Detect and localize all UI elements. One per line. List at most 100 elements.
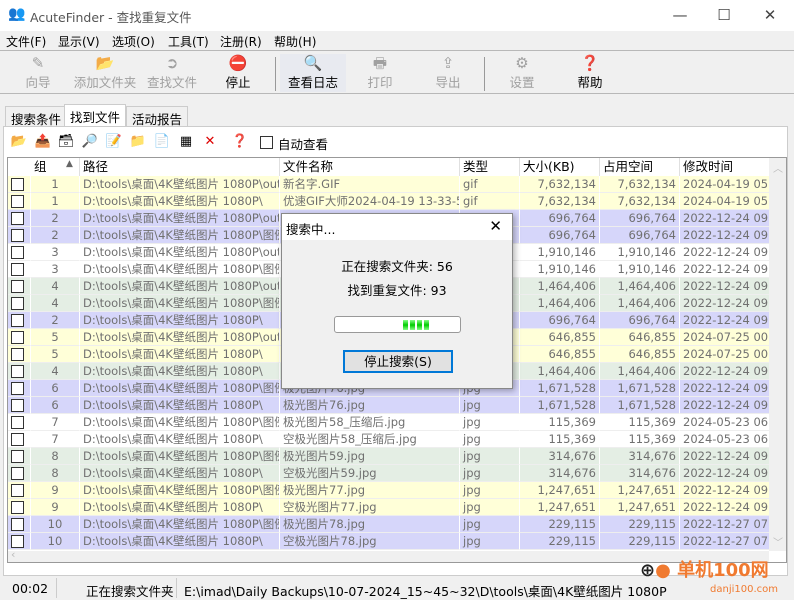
close-button[interactable]: ✕ xyxy=(750,4,790,26)
table-row[interactable]: 7 D:\tools\桌面\4K壁纸图片 1080P\图例\ 极光图片58_压缩后.… xyxy=(8,414,770,431)
row-checkbox[interactable] xyxy=(11,416,24,429)
menu-item[interactable]: 选项(O) xyxy=(112,33,155,50)
auto-view-label: 自动查看 xyxy=(278,137,329,152)
cell-name: 极光图片76.jpg xyxy=(280,397,460,414)
copy-file-icon[interactable]: 📄 xyxy=(153,134,171,150)
tab-2[interactable]: 活动报告 xyxy=(126,106,189,127)
duplicates-found: 找到重复文件: 93 xyxy=(347,283,447,298)
row-checkbox[interactable] xyxy=(11,263,24,276)
row-checkbox[interactable] xyxy=(11,501,24,514)
table-row[interactable]: 10 D:\tools\桌面\4K壁纸图片 1080P\ 空极光图片78.jpg jp… xyxy=(8,533,770,550)
column-header[interactable]: 类型 xyxy=(460,158,520,176)
cell-path: D:\tools\桌面\4K壁纸图片 1080P\out... xyxy=(80,210,280,227)
cell-g: 7 xyxy=(31,414,80,431)
row-checkbox[interactable] xyxy=(11,229,24,242)
progress-bar xyxy=(334,316,461,333)
cell-name: 极光图片77.jpg xyxy=(280,482,460,499)
table-row[interactable]: 9 D:\tools\桌面\4K壁纸图片 1080P\图例\ 极光图片77.jpg j… xyxy=(8,482,770,499)
toolbar-button-7[interactable]: ⚙ 设置 xyxy=(496,54,548,92)
scroll-left-icon[interactable]: ‹ xyxy=(11,548,15,561)
toolbar-button-3[interactable]: ⛔ 停止 xyxy=(214,54,262,92)
cell-mtime: 2024-04-19 05:33 xyxy=(680,193,770,210)
toolbar-button-8[interactable]: ❓ 帮助 xyxy=(560,54,620,92)
cell-g: 10 xyxy=(31,533,80,550)
dialog-close-button[interactable]: ✕ xyxy=(489,217,502,235)
stop-icon: ⛔ xyxy=(228,54,248,72)
checkbox-cell xyxy=(8,465,31,482)
row-checkbox[interactable] xyxy=(11,399,24,412)
settings-icon: ⚙ xyxy=(515,54,529,72)
row-checkbox[interactable] xyxy=(11,297,24,310)
toolbar-button-2[interactable]: ➲ 查找文件 xyxy=(140,54,204,92)
menu-item[interactable]: 帮助(H) xyxy=(274,33,316,50)
row-checkbox[interactable] xyxy=(11,212,24,225)
folder-up-icon[interactable]: 📤 xyxy=(34,134,52,150)
toolbar-button-4[interactable]: 🔍 查看日志 xyxy=(280,54,346,92)
maximize-button[interactable]: ☐ xyxy=(704,4,744,26)
help-icon[interactable]: ❓ xyxy=(231,134,249,150)
row-checkbox[interactable] xyxy=(11,450,24,463)
column-header[interactable]: 占用空间(KB) xyxy=(600,158,680,192)
menu-item[interactable]: 文件(F) xyxy=(6,33,46,50)
column-header[interactable]: 修改时间 xyxy=(680,158,770,176)
row-checkbox[interactable] xyxy=(11,433,24,446)
row-checkbox[interactable] xyxy=(11,382,24,395)
table-row[interactable]: 10 D:\tools\桌面\4K壁纸图片 1080P\图例\ 极光图片78.jpg… xyxy=(8,516,770,533)
menu-item[interactable]: 注册(R) xyxy=(220,33,262,50)
status-path: E:\imad\Daily Backups\10-07-2024_15~45~3… xyxy=(184,584,667,599)
table-row[interactable]: 1 D:\tools\桌面\4K壁纸图片 1080P\out... 新名字.GIF g… xyxy=(8,176,770,193)
cell-type: jpg xyxy=(460,516,520,533)
row-checkbox[interactable] xyxy=(11,331,24,344)
table-row[interactable]: 8 D:\tools\桌面\4K壁纸图片 1080P\图例\ 极光图片59.jpg j… xyxy=(8,448,770,465)
checkbox-cell xyxy=(8,278,31,295)
tab-1[interactable]: 找到文件 xyxy=(64,104,127,127)
cell-size: 229,115 xyxy=(520,516,600,533)
column-header[interactable]: 大小(KB) xyxy=(520,158,600,176)
checkbox-cell xyxy=(8,380,31,397)
row-checkbox[interactable] xyxy=(11,467,24,480)
toolbar-button-0[interactable]: ✎ 向导 xyxy=(10,54,66,92)
cell-size: 115,369 xyxy=(520,414,600,431)
vertical-scrollbar[interactable]: ︿ ﹀ xyxy=(769,158,786,551)
archive-icon[interactable]: 🗃 xyxy=(57,134,75,150)
magnifier-icon[interactable]: 🔎 xyxy=(81,134,99,150)
table-row[interactable]: 9 D:\tools\桌面\4K壁纸图片 1080P\ 空极光图片77.jpg jpg… xyxy=(8,499,770,516)
auto-view-checkbox[interactable] xyxy=(260,136,273,149)
move-folder-icon[interactable]: 📁 xyxy=(129,134,147,150)
cell-size: 115,369 xyxy=(520,431,600,448)
table-row[interactable]: 7 D:\tools\桌面\4K壁纸图片 1080P\ 空极光图片58_压缩后.jp… xyxy=(8,431,770,448)
cell-path: D:\tools\桌面\4K壁纸图片 1080P\ xyxy=(80,465,280,482)
menu-item[interactable]: 显示(V) xyxy=(58,33,100,50)
row-checkbox[interactable] xyxy=(11,348,24,361)
row-checkbox[interactable] xyxy=(11,280,24,293)
dialog-title: 搜索中... xyxy=(286,222,336,237)
cell-path: D:\tools\桌面\4K壁纸图片 1080P\ xyxy=(80,499,280,516)
delete-icon[interactable]: ✕ xyxy=(201,134,219,150)
row-checkbox[interactable] xyxy=(11,195,24,208)
scroll-down-icon[interactable]: ﹀ xyxy=(773,534,783,549)
toolbar-button-5[interactable]: 🖶 打印 xyxy=(356,54,404,92)
group-icon[interactable]: ▦ xyxy=(177,134,195,150)
row-checkbox[interactable] xyxy=(11,246,24,259)
open-folder-icon[interactable]: 📂 xyxy=(10,134,28,150)
table-row[interactable]: 8 D:\tools\桌面\4K壁纸图片 1080P\ 空极光图片59.jpg jpg… xyxy=(8,465,770,482)
column-header[interactable]: 路径 xyxy=(80,158,280,176)
row-checkbox[interactable] xyxy=(11,365,24,378)
toolbar-button-6[interactable]: ⇪ 导出 xyxy=(422,54,474,92)
menu-item[interactable]: 工具(T) xyxy=(168,33,209,50)
table-row[interactable]: 6 D:\tools\桌面\4K壁纸图片 1080P\ 极光图片76.jpg jpg 1… xyxy=(8,397,770,414)
stop-search-button[interactable]: 停止搜索(S) xyxy=(343,350,453,373)
column-header[interactable]: 文件名称 xyxy=(280,158,460,176)
row-checkbox[interactable] xyxy=(11,484,24,497)
toolbar-button-1[interactable]: 📂 添加文件夹 xyxy=(70,54,140,92)
row-checkbox[interactable] xyxy=(11,314,24,327)
row-checkbox[interactable] xyxy=(11,518,24,531)
edit-icon[interactable]: 📝 xyxy=(105,134,123,150)
row-checkbox[interactable] xyxy=(11,178,24,191)
row-checkbox[interactable] xyxy=(11,535,24,548)
log-icon: 🔍 xyxy=(303,54,323,72)
tab-0[interactable]: 搜索条件 xyxy=(5,106,68,127)
minimize-button[interactable]: — xyxy=(660,4,700,26)
table-row[interactable]: 1 D:\tools\桌面\4K壁纸图片 1080P\ 优速GIF大师2024-04… xyxy=(8,193,770,210)
scroll-up-icon[interactable]: ︿ xyxy=(773,160,783,175)
